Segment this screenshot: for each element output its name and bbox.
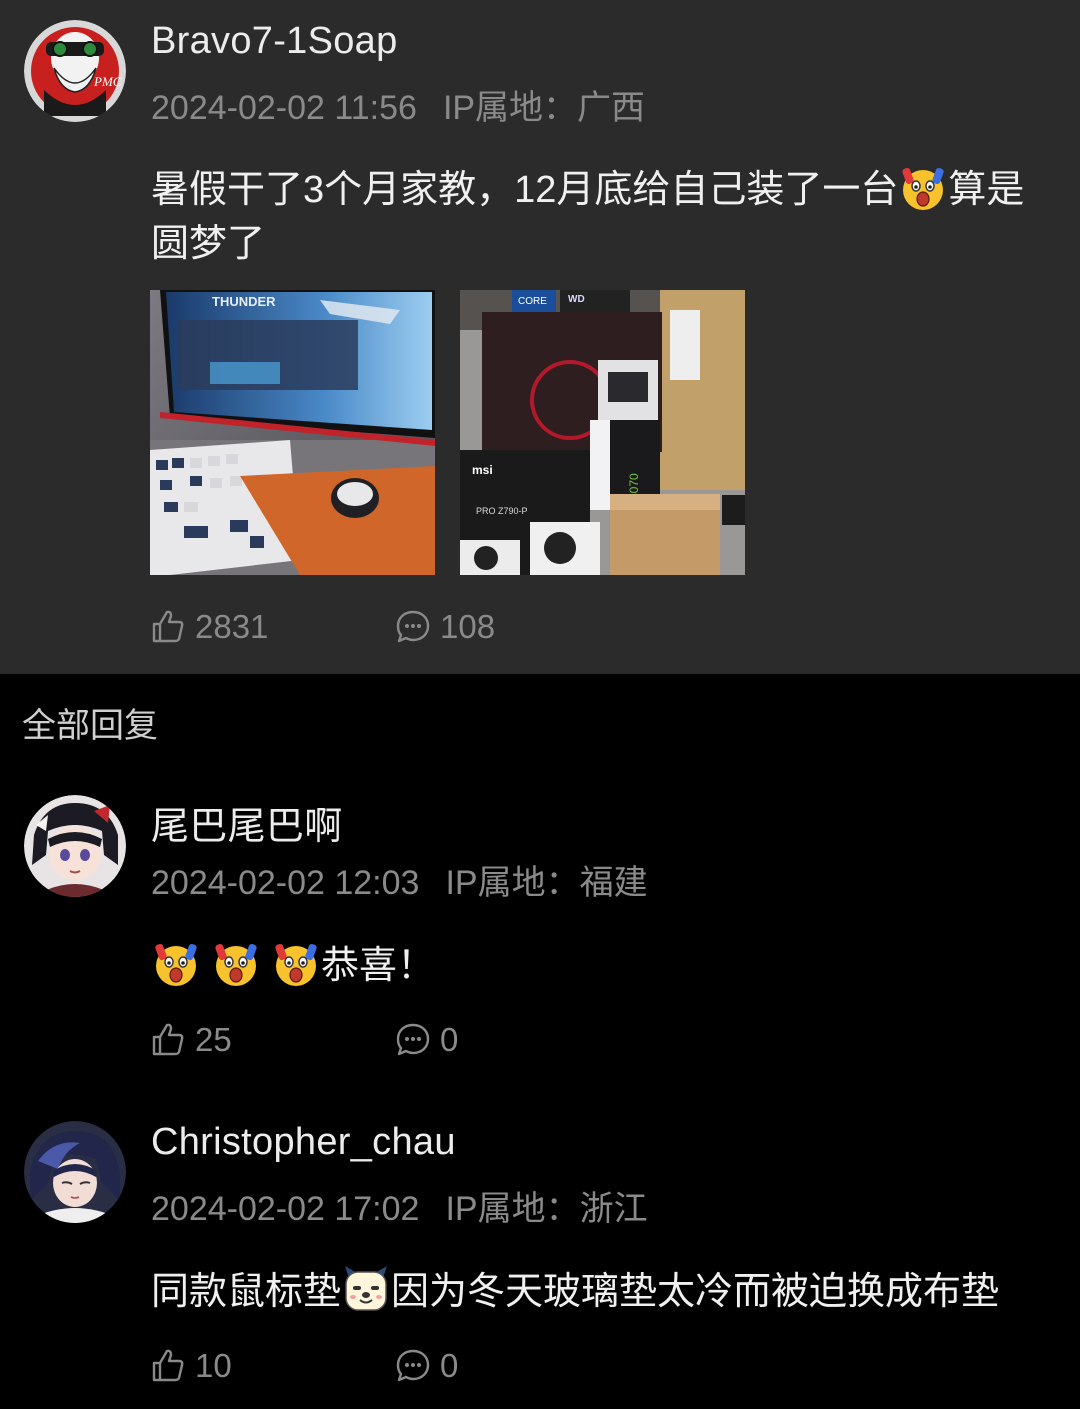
thumbs-up-icon xyxy=(152,1023,184,1056)
reply-content: 恭喜！ xyxy=(151,938,1051,993)
shocked-emoji-icon xyxy=(213,942,259,987)
reply-avatar[interactable] xyxy=(24,795,126,897)
svg-text:PMC: PMC xyxy=(93,74,122,89)
username[interactable]: Bravo7-1Soap xyxy=(151,20,398,63)
replies-header: 全部回复 xyxy=(22,707,158,745)
thumbs-up-icon xyxy=(152,1349,184,1382)
post-meta: 2024-02-02 11:56 IP属地：广西 xyxy=(151,80,645,129)
post-image-pc-parts[interactable]: CORE WD 4070 msi PRO Z790-P xyxy=(460,290,745,575)
comment-icon xyxy=(396,1349,430,1382)
comment-count: 0 xyxy=(440,1347,459,1384)
comment-button[interactable]: 0 xyxy=(394,1020,458,1060)
reply-username[interactable]: 尾巴尾巴啊 xyxy=(151,795,343,850)
reply-avatar[interactable] xyxy=(24,1121,126,1223)
shocked-emoji-icon xyxy=(153,942,199,987)
svg-text:PRO Z790-P: PRO Z790-P xyxy=(476,506,528,516)
reply-datetime: 2024-02-02 12:03 xyxy=(151,864,420,902)
like-button[interactable]: 2831 xyxy=(149,607,268,647)
thumbs-up-icon xyxy=(152,610,184,643)
dog-emoji-icon xyxy=(344,1265,389,1311)
shocked-emoji-icon xyxy=(901,166,946,211)
reply-meta: 2024-02-02 12:03 IP属地：福建 xyxy=(151,855,648,904)
post-text-part1: 暑假干了3个月家教，12月底给自己装了一台 xyxy=(151,169,899,211)
reply-meta: 2024-02-02 17:02 IP属地：浙江 xyxy=(151,1181,648,1230)
like-count: 25 xyxy=(195,1021,232,1058)
post-datetime: 2024-02-02 11:56 xyxy=(151,89,417,127)
user-avatar[interactable]: PMC xyxy=(24,20,126,122)
comment-icon xyxy=(396,1023,430,1056)
comment-button[interactable]: 108 xyxy=(394,607,495,647)
comment-button[interactable]: 0 xyxy=(394,1346,458,1386)
post-image-gaming-setup[interactable]: THUNDER xyxy=(150,290,435,575)
main-post: PMC Bravo7-1Soap 2024-02-02 11:56 IP属地：广西… xyxy=(0,0,1080,674)
reply-content: 同款鼠标垫 因为冬天玻璃垫太冷而被迫换成布垫 xyxy=(151,1264,1071,1319)
svg-text:WD: WD xyxy=(568,294,585,305)
reply-text-part2: 因为冬天玻璃垫太冷而被迫换成布垫 xyxy=(391,1271,1000,1313)
svg-text:msi: msi xyxy=(472,463,493,477)
like-count: 10 xyxy=(195,1347,232,1384)
comment-count: 0 xyxy=(440,1021,459,1058)
ip-location: IP属地：广西 xyxy=(442,89,646,127)
svg-text:CORE: CORE xyxy=(518,296,547,307)
like-button[interactable]: 10 xyxy=(149,1346,232,1386)
comment-icon xyxy=(396,610,430,643)
reply-text-part1: 同款鼠标垫 xyxy=(151,1271,342,1313)
reply-ip-location: IP属地：浙江 xyxy=(445,1190,648,1228)
like-count: 2831 xyxy=(195,608,269,645)
shocked-emoji-icon xyxy=(273,942,319,987)
reply-ip-location: IP属地：福建 xyxy=(445,864,648,902)
reply-datetime: 2024-02-02 17:02 xyxy=(151,1190,420,1228)
post-content: 暑假干了3个月家教，12月底给自己装了一台 算是圆梦了 xyxy=(151,162,1051,271)
like-button[interactable]: 25 xyxy=(149,1020,232,1060)
comment-count: 108 xyxy=(440,608,496,645)
svg-text:THUNDER: THUNDER xyxy=(212,294,276,309)
reply-username[interactable]: Christopher_chau xyxy=(151,1121,456,1164)
reply-text: 恭喜！ xyxy=(321,945,436,987)
